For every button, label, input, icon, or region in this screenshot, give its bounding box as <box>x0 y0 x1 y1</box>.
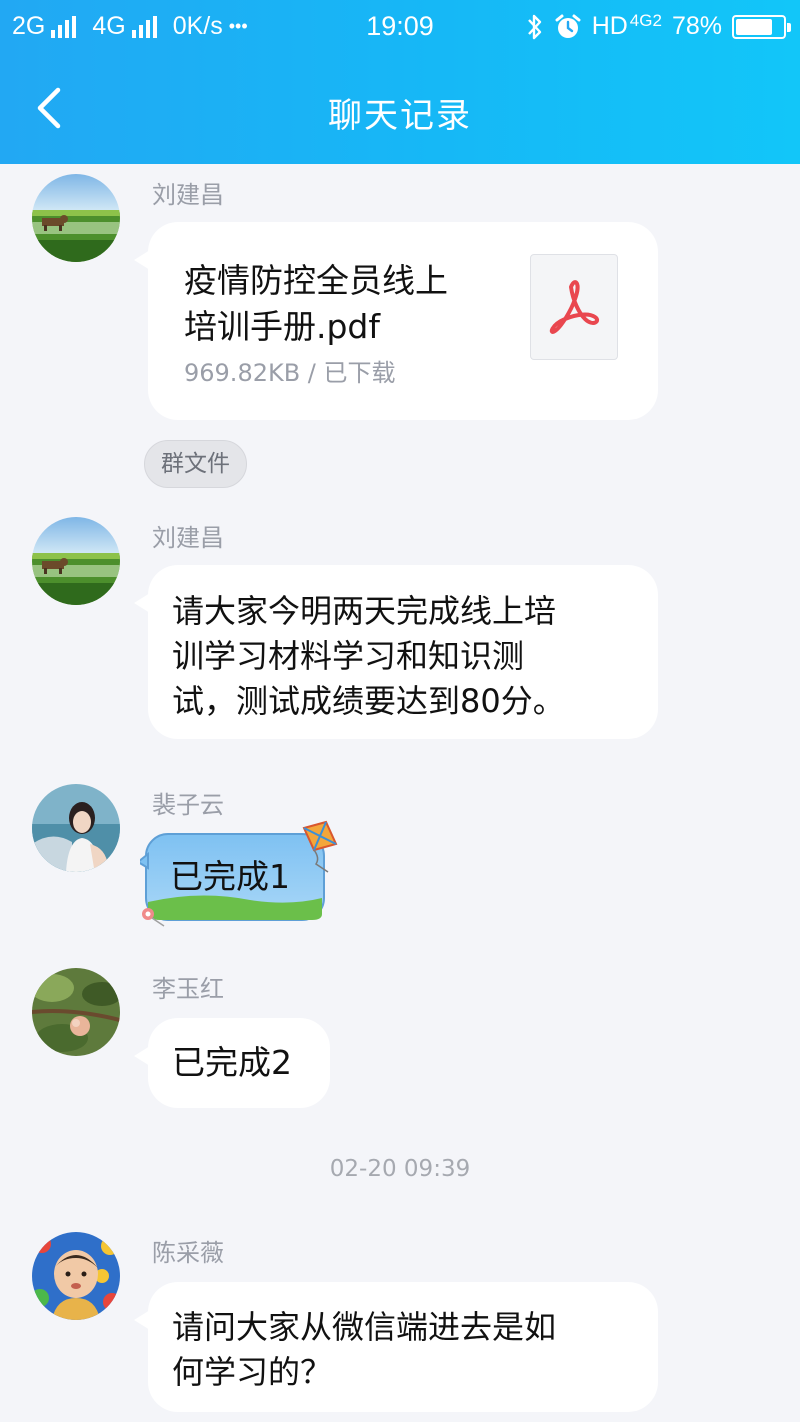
avatar[interactable] <box>32 1232 120 1320</box>
landscape-avatar-image <box>32 517 120 605</box>
flower-decoration-icon <box>142 908 165 927</box>
text-message-bubble[interactable]: 请问大家从微信端进去是如 何学习的？ <box>134 1282 658 1412</box>
peach-tree-avatar-image <box>32 968 120 1056</box>
file-name: 疫情防控全员线上 培训手册.pdf <box>184 261 448 346</box>
sender-name: 刘建昌 <box>152 181 224 209</box>
app-header: 2G 4G 0K/s ••• 19:09 HD 4G 2 78% 聊天记录 <box>0 0 800 164</box>
text-message-bubble[interactable]: 请大家今明两天完成线上培 训学习材料学习和知识测 试，测试成绩要达到80分。 <box>134 565 658 739</box>
pdf-file-icon <box>530 254 618 360</box>
text-message-bubble[interactable]: 已完成2 <box>134 1018 330 1108</box>
file-message-bubble[interactable]: 疫情防控全员线上 培训手册.pdf 969.82KB / 已下载 <box>134 222 658 420</box>
avatar[interactable] <box>32 174 120 262</box>
file-size-status: 969.82KB / 已下载 <box>184 359 396 387</box>
battery-percent: 78% <box>671 12 722 40</box>
alarm-clock-icon <box>555 14 581 38</box>
baby-photo-avatar-image <box>32 1232 120 1320</box>
message-text: 已完成1 <box>170 857 290 896</box>
sender-name: 裴子云 <box>152 791 224 819</box>
kite-icon <box>302 820 338 873</box>
avatar[interactable] <box>32 517 120 605</box>
timestamp-divider: 02-20 09:39 <box>329 1156 471 1182</box>
sender-name: 李玉红 <box>152 975 224 1003</box>
avatar[interactable] <box>32 784 120 872</box>
page-title: 聊天记录 <box>328 96 472 136</box>
group-file-tag[interactable]: 群文件 <box>144 440 247 488</box>
sender-name: 陈采薇 <box>152 1239 224 1267</box>
battery-icon <box>732 14 791 39</box>
status-bar: 2G 4G 0K/s ••• 19:09 HD 4G 2 78% <box>0 0 800 56</box>
hd-label: HD 4G 2 <box>591 11 662 40</box>
sender-name: 刘建昌 <box>152 524 224 552</box>
avatar[interactable] <box>32 968 120 1056</box>
landscape-avatar-image <box>32 174 120 262</box>
battery-fill <box>736 18 772 35</box>
bluetooth-icon <box>527 14 541 39</box>
person-photo-avatar-image <box>32 784 120 872</box>
